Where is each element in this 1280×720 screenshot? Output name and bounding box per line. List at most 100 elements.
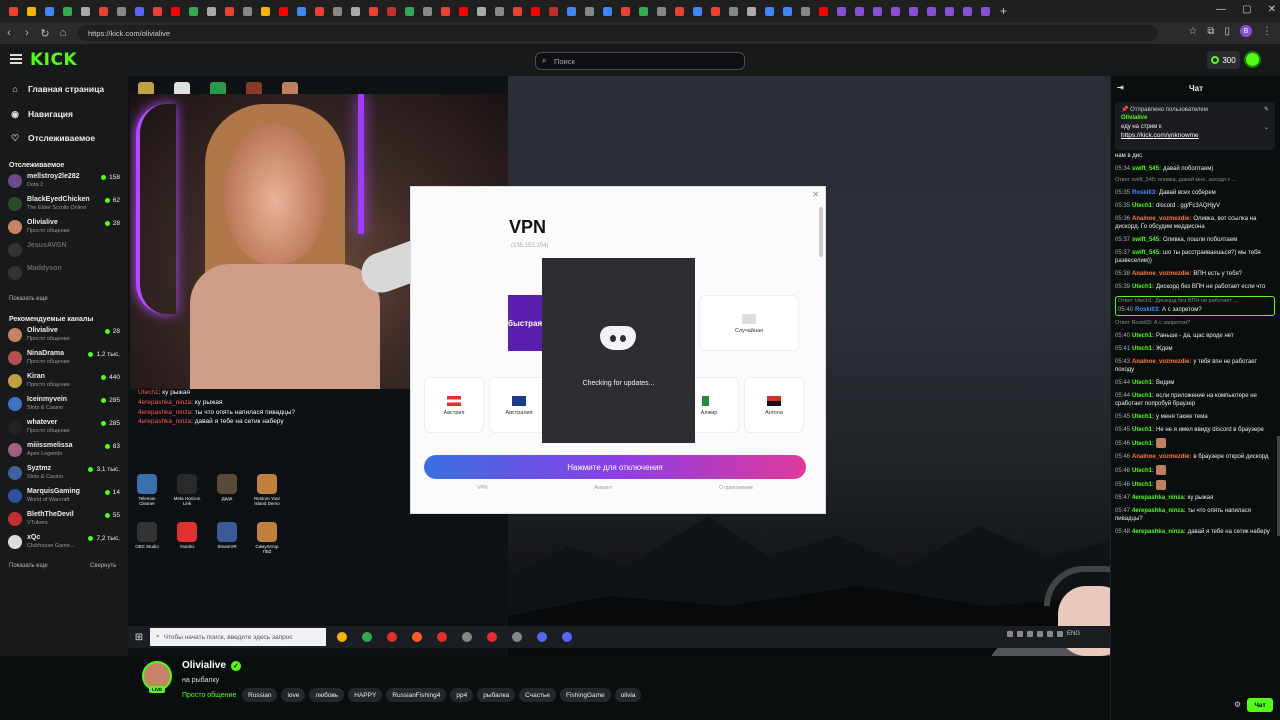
desktop-shortcut[interactable]: SteamVR <box>212 522 242 554</box>
sidebar-channel-syztmz[interactable]: Syztmz Slots & Casino 3,1 тыс. <box>8 464 122 482</box>
tag-chip[interactable]: pp4 <box>450 688 474 702</box>
video-player[interactable]: Utech1: ку рыжая 4erepashka_ninza: ку рыж… <box>128 76 1110 656</box>
vpn-tab[interactable]: VPN <box>477 485 487 513</box>
sidebar-item-home[interactable]: ⌂ Главная страница <box>10 81 104 97</box>
tray-icon[interactable] <box>1036 631 1043 637</box>
taskbar-search[interactable]: ⌕ Чтобы начать поиск, введите здесь запр… <box>150 628 326 646</box>
desktop-shortcut[interactable]: Yandex <box>172 522 202 554</box>
gear-icon[interactable]: ⚙ <box>1234 700 1241 709</box>
browser-tab[interactable] <box>4 4 22 18</box>
browser-menu-icon[interactable]: ⋮ <box>1262 26 1272 37</box>
chat-username[interactable]: Utech1: <box>1132 468 1154 474</box>
stream-category[interactable]: Просто общение <box>182 692 236 699</box>
sidebar-channel-whatever[interactable]: whatever Просто общение 285 <box>8 418 122 436</box>
browser-tab[interactable] <box>616 4 634 18</box>
account-tab[interactable]: Аккаунт <box>594 485 612 513</box>
channel-name[interactable]: Olivialive <box>182 660 226 671</box>
browser-tab[interactable] <box>562 4 580 18</box>
tag-chip[interactable]: love <box>281 688 306 702</box>
sidebar-channel-olivialive[interactable]: Olivialive Просто общение 28 <box>8 326 122 344</box>
tray-icon[interactable] <box>1016 631 1023 637</box>
taskbar-app[interactable] <box>433 630 451 644</box>
points-badge[interactable]: 300 <box>1207 51 1240 69</box>
tray-icon[interactable] <box>1006 631 1013 637</box>
tag-chip[interactable]: FishingGame <box>559 688 611 702</box>
browser-tab[interactable] <box>634 4 652 18</box>
browser-tab[interactable] <box>400 4 418 18</box>
language-indicator[interactable]: ENG <box>1067 631 1080 637</box>
browser-tab[interactable] <box>256 4 274 18</box>
browser-tab[interactable] <box>220 4 238 18</box>
tag-chip[interactable]: Счастье <box>519 688 556 702</box>
chat-username[interactable]: Analnoe_vozmezdie: <box>1132 271 1191 277</box>
home-icon[interactable]: ⌂ <box>54 27 72 39</box>
browser-tab[interactable] <box>148 4 166 18</box>
tray-icon[interactable] <box>1056 631 1063 637</box>
show-more-recommended[interactable]: Показать еще <box>9 563 48 569</box>
sidebar-channel-xqc[interactable]: xQc Clubhouse Game... 7,2 тыс. <box>8 533 122 551</box>
desktop-shortcut[interactable]: Meta Horizon Link <box>172 474 202 506</box>
show-more-following[interactable]: Показать еще <box>9 296 48 302</box>
tag-chip[interactable]: рыбалка <box>477 688 516 702</box>
chat-username[interactable]: 4erepashka_ninza: <box>1132 529 1186 535</box>
taskbar-app[interactable] <box>458 630 476 644</box>
browser-tab[interactable] <box>814 4 832 18</box>
browser-tab[interactable] <box>886 4 904 18</box>
scrollbar[interactable] <box>819 207 823 257</box>
collapse-chat-icon[interactable]: ⇥ <box>1117 83 1124 92</box>
chat-username[interactable]: Utech1: <box>1132 441 1154 447</box>
browser-tab[interactable] <box>688 4 706 18</box>
unpin-icon[interactable]: ✎ <box>1264 106 1269 114</box>
tag-chip[interactable]: RussianFishing4 <box>386 688 447 702</box>
sidebar-channel-maddyson[interactable]: Maddyson <box>8 264 122 282</box>
browser-tab[interactable] <box>544 4 562 18</box>
country-card[interactable]: Австрия <box>424 377 484 433</box>
profile-avatar[interactable]: B <box>1240 25 1252 37</box>
chat-username[interactable]: Utech1: <box>1132 427 1154 433</box>
sidebar-channel-bleththedevil[interactable]: BlethTheDevil VTubers 55 <box>8 510 122 528</box>
country-card[interactable]: Австралия <box>489 377 549 433</box>
tag-chip[interactable]: HAPPY <box>348 688 383 702</box>
taskbar-app[interactable] <box>558 630 576 644</box>
tag-chip[interactable]: olivia <box>614 688 642 702</box>
sidebar-item-following[interactable]: ♡ Отслеживаемое <box>10 130 95 146</box>
random-server-card[interactable]: Случайная <box>699 295 799 351</box>
maximize-icon[interactable]: ▢ <box>1242 4 1251 15</box>
menu-icon[interactable] <box>10 54 22 64</box>
pinned-user[interactable]: Olivialive <box>1121 114 1269 122</box>
back-icon[interactable]: ‹ <box>0 27 18 39</box>
browser-tab[interactable] <box>346 4 364 18</box>
about-tab[interactable]: О приложении <box>719 485 753 513</box>
search-input[interactable]: ⌕ Поиск <box>535 52 745 70</box>
browser-tab[interactable] <box>202 4 220 18</box>
chat-username[interactable]: Analnoe_vozmezdie: <box>1132 359 1191 365</box>
chat-username[interactable]: swift_545: <box>1132 237 1161 243</box>
chat-username[interactable]: 4erepashka_ninza: <box>1132 508 1186 514</box>
chat-username[interactable]: Utech1: <box>1132 284 1154 290</box>
extensions-icon[interactable]: ⧉ <box>1207 26 1214 37</box>
taskbar-app[interactable] <box>383 630 401 644</box>
sidebar-channel-marquisgaming[interactable]: MarquisGaming World of Warcraft 14 <box>8 487 122 505</box>
chat-username[interactable]: swift_545: <box>1132 250 1161 256</box>
taskbar-app[interactable] <box>358 630 376 644</box>
browser-tab[interactable] <box>418 4 436 18</box>
chat-username[interactable]: Utech1: <box>1132 414 1154 420</box>
desktop-shortcut[interactable]: Restore Your Island Demo <box>252 474 282 506</box>
chat-username[interactable]: Utech1: <box>1132 203 1154 209</box>
pinned-link[interactable]: https://kick.com/ynknowme <box>1121 131 1269 140</box>
browser-tab[interactable] <box>490 4 508 18</box>
chat-username[interactable]: swift_545: <box>1132 166 1161 172</box>
chat-username[interactable]: Utech1: <box>1132 380 1154 386</box>
desktop-shortcut[interactable]: Дида <box>212 474 242 506</box>
chat-send-button[interactable]: Чат <box>1247 698 1273 712</box>
chat-username[interactable]: Utech1: <box>1132 482 1154 488</box>
sidebar-channel-ninadrama[interactable]: NinaDrama Просто общение 1,2 тыс. <box>8 349 122 367</box>
sidebar-toggle-icon[interactable]: ▯ <box>1224 26 1230 37</box>
browser-tab[interactable] <box>652 4 670 18</box>
browser-tab[interactable] <box>724 4 742 18</box>
browser-tab[interactable] <box>760 4 778 18</box>
browser-tab[interactable] <box>850 4 868 18</box>
chat-username[interactable]: Utech1: <box>1132 333 1154 339</box>
browser-tab[interactable] <box>76 4 94 18</box>
taskbar-app[interactable] <box>333 630 351 644</box>
